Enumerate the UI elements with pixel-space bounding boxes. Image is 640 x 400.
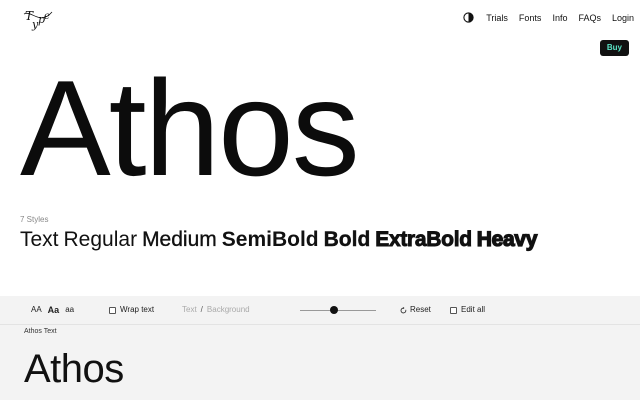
nav-link-faqs[interactable]: FAQs <box>578 13 601 23</box>
style-heavy[interactable]: Heavy <box>476 227 538 251</box>
style-extrabold[interactable]: ExtraBold <box>375 228 473 252</box>
edit-all-checkbox[interactable] <box>450 306 457 314</box>
wrap-text-label: Wrap text <box>120 305 155 314</box>
style-regular[interactable]: Regular <box>64 228 138 251</box>
sample-style-label: Athos Text <box>24 328 57 335</box>
contrast-icon[interactable] <box>463 12 474 23</box>
wrap-text-checkbox[interactable] <box>109 306 116 314</box>
color-controls: Text / Background <box>182 296 250 324</box>
case-lowercase[interactable]: aa <box>65 296 74 324</box>
edit-all-toggle[interactable]: Edit all <box>450 296 485 324</box>
style-text[interactable]: Text <box>20 228 59 251</box>
logo-icon[interactable]: T y p e <box>22 6 54 34</box>
type-sample: Athos Text Athos <box>0 325 640 400</box>
buy-button[interactable]: Buy <box>599 40 629 56</box>
styles-count: 7 Styles <box>20 215 49 224</box>
tester-toolbar: AA Aa aa Wrap text Text / Background Reset… <box>0 296 640 324</box>
nav-link-fonts[interactable]: Fonts <box>519 13 542 23</box>
nav-link-login[interactable]: Login <box>612 13 634 23</box>
case-switcher: AA Aa aa <box>31 296 74 324</box>
reset-label: Reset <box>410 305 431 314</box>
wrap-text-toggle[interactable]: Wrap text <box>109 296 154 324</box>
color-separator: / <box>200 305 203 314</box>
case-titlecase[interactable]: Aa <box>48 296 60 324</box>
sample-text-editable[interactable]: Athos <box>24 349 124 389</box>
background-color-button[interactable]: Background <box>207 305 250 314</box>
text-color-button[interactable]: Text <box>182 305 197 314</box>
nav-link-info[interactable]: Info <box>552 13 567 23</box>
hero-title: Athos <box>20 52 360 204</box>
size-slider-track[interactable] <box>300 310 376 311</box>
style-medium[interactable]: Medium <box>142 228 217 251</box>
styles-list: Text Regular Medium SemiBold Bold ExtraBold He… <box>20 227 542 252</box>
top-nav: Trials Fonts Info FAQs Login <box>463 12 634 23</box>
style-bold[interactable]: Bold <box>323 228 370 251</box>
style-semibold[interactable]: SemiBold <box>222 228 319 251</box>
case-uppercase[interactable]: AA <box>31 296 42 324</box>
edit-all-label: Edit all <box>461 305 486 314</box>
reset-icon <box>400 306 407 313</box>
size-slider-handle[interactable] <box>330 306 339 314</box>
nav-link-trials[interactable]: Trials <box>486 13 508 23</box>
reset-button[interactable]: Reset <box>400 296 431 324</box>
size-slider[interactable] <box>300 306 376 314</box>
